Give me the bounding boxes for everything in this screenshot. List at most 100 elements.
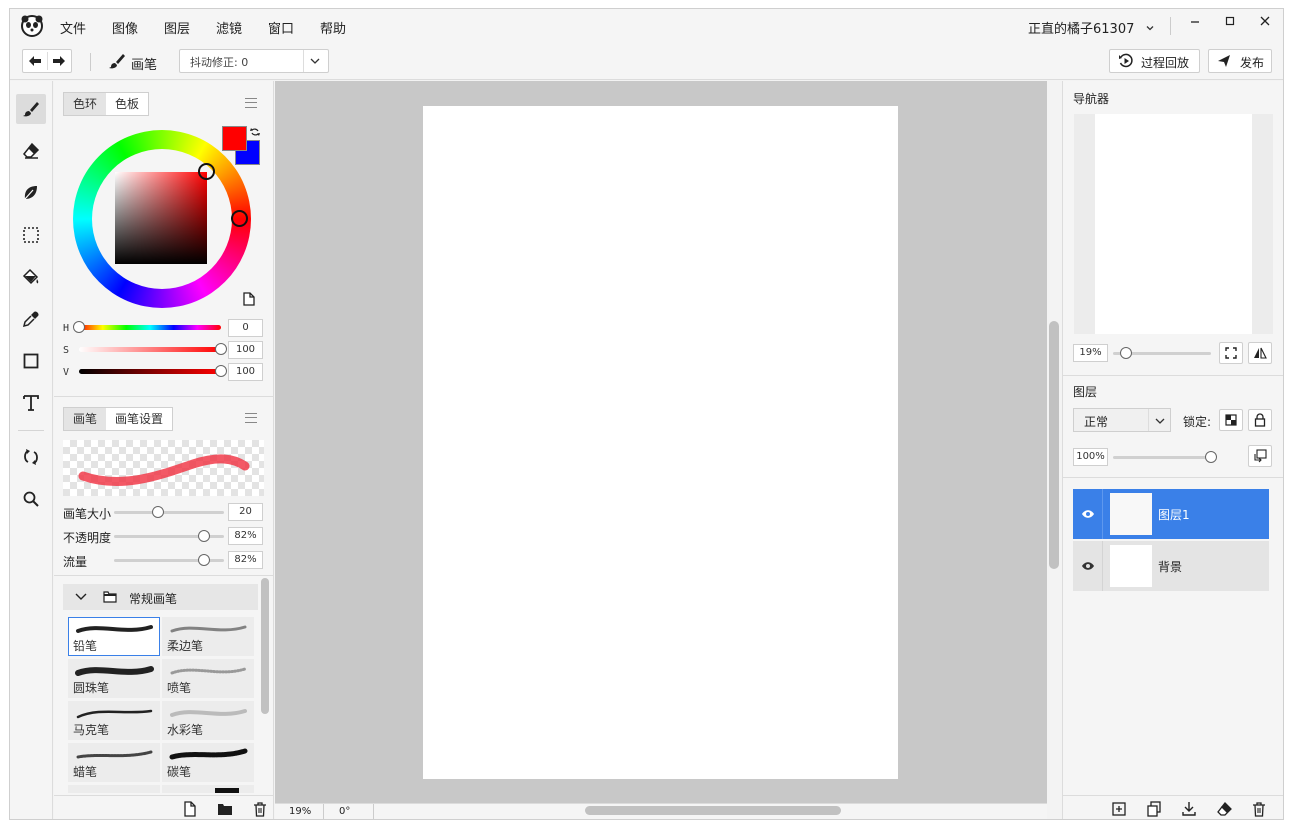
- trash-icon[interactable]: [252, 801, 268, 817]
- h-value-field[interactable]: 0: [228, 319, 263, 337]
- brush-item[interactable]: 喷笔: [162, 659, 254, 698]
- layer-opacity-field[interactable]: 100%: [1073, 448, 1108, 466]
- brush-group-header[interactable]: 常规画笔: [63, 584, 258, 610]
- watercolor-stroke-icon: [170, 709, 247, 717]
- hue-picker-handle[interactable]: [231, 210, 248, 227]
- menu-layer[interactable]: 图层: [164, 18, 190, 37]
- v-slider-track[interactable]: [79, 369, 221, 374]
- tab-color-wheel[interactable]: 色环: [64, 93, 107, 115]
- add-layer-icon[interactable]: [1111, 801, 1127, 817]
- canvas-vertical-scrollbar[interactable]: [1049, 321, 1059, 569]
- delete-layer-icon[interactable]: [1251, 801, 1267, 817]
- brush-item[interactable]: 圆珠笔: [68, 659, 160, 698]
- canvas-area[interactable]: [275, 81, 1047, 803]
- h-slider-track[interactable]: [79, 325, 221, 330]
- brush-panel-menu-icon[interactable]: [245, 413, 257, 423]
- lock-layer-button[interactable]: [1248, 409, 1272, 431]
- opacity-knob[interactable]: [198, 530, 211, 542]
- tool-marquee[interactable]: [16, 220, 46, 250]
- fit-screen-button[interactable]: [1219, 342, 1243, 364]
- brush-size-track[interactable]: [114, 511, 224, 514]
- tool-smudge[interactable]: [16, 178, 46, 208]
- tool-eyedropper[interactable]: [16, 304, 46, 334]
- brush-item[interactable]: 铅笔: [68, 617, 160, 656]
- layer-row[interactable]: 图层1: [1073, 489, 1269, 539]
- tab-brush[interactable]: 画笔: [64, 408, 107, 430]
- tool-fill[interactable]: [16, 262, 46, 292]
- navigator-zoom-knob[interactable]: [1120, 347, 1133, 359]
- file-icon[interactable]: [243, 292, 255, 306]
- user-menu[interactable]: 正直的橘子61307: [1028, 18, 1155, 37]
- navigator-preview[interactable]: [1074, 114, 1273, 334]
- clipping-mask-button[interactable]: [1248, 445, 1272, 467]
- s-slider-knob[interactable]: [215, 343, 227, 355]
- brush-list-scrollbar[interactable]: [261, 578, 269, 714]
- brush-item[interactable]: 碳笔: [162, 743, 254, 782]
- tool-swap[interactable]: [16, 442, 46, 472]
- brush-item-partial[interactable]: [68, 785, 160, 793]
- menu-filter[interactable]: 滤镜: [216, 18, 242, 37]
- canvas-horizontal-scrollbar[interactable]: [585, 806, 841, 815]
- flow-knob[interactable]: [198, 554, 211, 566]
- v-slider-knob[interactable]: [215, 365, 227, 377]
- tab-swatches[interactable]: 色板: [106, 93, 148, 115]
- s-value-field[interactable]: 100: [228, 341, 263, 359]
- leaf-icon: [24, 186, 37, 200]
- blend-mode-select[interactable]: 正常: [1073, 408, 1171, 432]
- folder-icon[interactable]: [217, 801, 233, 817]
- minimize-icon: [1191, 21, 1199, 23]
- current-tool-label: 画笔: [131, 58, 158, 73]
- v-value-field[interactable]: 100: [228, 363, 263, 381]
- replay-button[interactable]: 过程回放: [1109, 49, 1200, 73]
- tool-shape[interactable]: [16, 346, 46, 376]
- lock-transparency-button[interactable]: [1219, 409, 1243, 431]
- navigator-zoom-field[interactable]: 19%: [1073, 344, 1108, 362]
- sv-picker-handle[interactable]: [198, 163, 215, 180]
- brush-item[interactable]: 蜡笔: [68, 743, 160, 782]
- flip-icon: [1254, 347, 1267, 359]
- tool-eraser[interactable]: [16, 136, 46, 166]
- maximize-button[interactable]: [1220, 14, 1240, 34]
- tool-brush[interactable]: [16, 94, 46, 124]
- layer-row[interactable]: 背景: [1073, 541, 1269, 591]
- brush-item-partial[interactable]: [162, 785, 254, 793]
- minimize-button[interactable]: [1185, 14, 1205, 34]
- menu-file[interactable]: 文件: [60, 18, 86, 37]
- layer-opacity-knob[interactable]: [1205, 451, 1217, 463]
- clear-layer-icon[interactable]: [1216, 801, 1232, 817]
- swap-colors-icon[interactable]: [250, 127, 260, 137]
- chevron-down-icon: [310, 58, 320, 64]
- primary-color-swatch[interactable]: [222, 126, 247, 151]
- stabilizer-select[interactable]: 抖动修正: 0: [179, 49, 329, 73]
- menu-help[interactable]: 帮助: [320, 18, 346, 37]
- s-slider-track[interactable]: [79, 347, 221, 352]
- visibility-toggle[interactable]: [1073, 489, 1103, 539]
- menu-window[interactable]: 窗口: [268, 18, 294, 37]
- brush-item[interactable]: 马克笔: [68, 701, 160, 740]
- publish-button[interactable]: 发布: [1208, 49, 1272, 73]
- undo-icon[interactable]: [26, 53, 44, 69]
- flip-button[interactable]: [1248, 342, 1272, 364]
- duplicate-layer-icon[interactable]: [1146, 801, 1162, 817]
- brush-item[interactable]: 柔边笔: [162, 617, 254, 656]
- redo-icon[interactable]: [50, 53, 68, 69]
- brush-size-knob[interactable]: [152, 506, 164, 518]
- tool-zoom[interactable]: [16, 484, 46, 514]
- tool-text[interactable]: [16, 388, 46, 418]
- visibility-toggle[interactable]: [1073, 541, 1103, 591]
- new-brush-icon[interactable]: [182, 801, 198, 817]
- drawing-canvas[interactable]: [423, 106, 898, 779]
- opacity-field[interactable]: 82%: [228, 527, 263, 545]
- h-slider-knob[interactable]: [73, 321, 85, 333]
- brush-item[interactable]: 水彩笔: [162, 701, 254, 740]
- saturation-value-square[interactable]: [115, 172, 207, 264]
- menu-image[interactable]: 图像: [112, 18, 138, 37]
- close-button[interactable]: [1255, 14, 1275, 34]
- merge-down-icon[interactable]: [1181, 801, 1197, 817]
- brush-size-label: 画笔大小: [63, 507, 112, 521]
- tab-brush-settings[interactable]: 画笔设置: [106, 408, 172, 430]
- layer-opacity-track[interactable]: [1113, 456, 1211, 459]
- color-panel-menu-icon[interactable]: [245, 98, 257, 108]
- brush-size-field[interactable]: 20: [228, 503, 263, 521]
- flow-field[interactable]: 82%: [228, 551, 263, 569]
